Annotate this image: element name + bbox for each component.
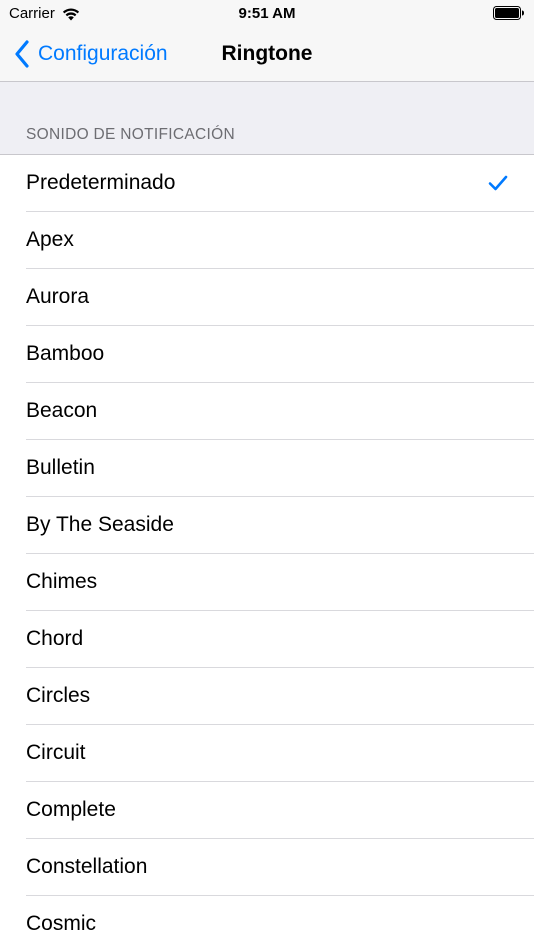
list-item-label: Aurora	[26, 285, 90, 308]
checkmark-icon	[488, 175, 508, 191]
list-item-label: By The Seaside	[26, 513, 174, 536]
list-item[interactable]: Predeterminado	[0, 155, 534, 212]
list-item-label: Chord	[26, 627, 84, 650]
list-item-label: Bamboo	[26, 342, 105, 365]
list-item-label: Bulletin	[26, 456, 95, 479]
list-item-label: Constellation	[26, 855, 148, 878]
ringtone-screen: Carrier 9:51 AM Configuración Ringtone S…	[0, 0, 534, 950]
list-item-label: Complete	[26, 798, 116, 821]
list-item[interactable]: Chord	[0, 611, 534, 668]
list-item[interactable]: Cosmic	[0, 896, 534, 950]
list-item[interactable]: Beacon	[0, 383, 534, 440]
section-header: SONIDO DE NOTIFICACIÓN	[26, 126, 235, 143]
page-title: Ringtone	[221, 42, 313, 65]
status-bar: Carrier 9:51 AM	[0, 0, 534, 28]
list-item-label: Cosmic	[26, 912, 97, 935]
list-item[interactable]: Constellation	[0, 839, 534, 896]
battery-icon	[493, 6, 524, 20]
list-item[interactable]: Aurora	[0, 269, 534, 326]
list-item[interactable]: Circles	[0, 668, 534, 725]
list-item[interactable]: Complete	[0, 782, 534, 839]
list-item[interactable]: By The Seaside	[0, 497, 534, 554]
list-item-label: Predeterminado	[26, 171, 176, 194]
list-item[interactable]: Circuit	[0, 725, 534, 782]
navigation-bar: Configuración Ringtone	[0, 28, 534, 82]
status-time: 9:51 AM	[238, 5, 296, 22]
list-item[interactable]: Apex	[0, 212, 534, 269]
list-item-label: Beacon	[26, 399, 98, 422]
sound-list: Predeterminado Apex Aurora Bamboo Beacon…	[0, 154, 534, 950]
list-item-label: Circuit	[26, 741, 86, 764]
list-item[interactable]: Bulletin	[0, 440, 534, 497]
list-item[interactable]: Bamboo	[0, 326, 534, 383]
list-item-label: Circles	[26, 684, 91, 707]
list-item[interactable]: Chimes	[0, 554, 534, 611]
list-item-label: Chimes	[26, 570, 98, 593]
list-item-label: Apex	[26, 228, 74, 251]
